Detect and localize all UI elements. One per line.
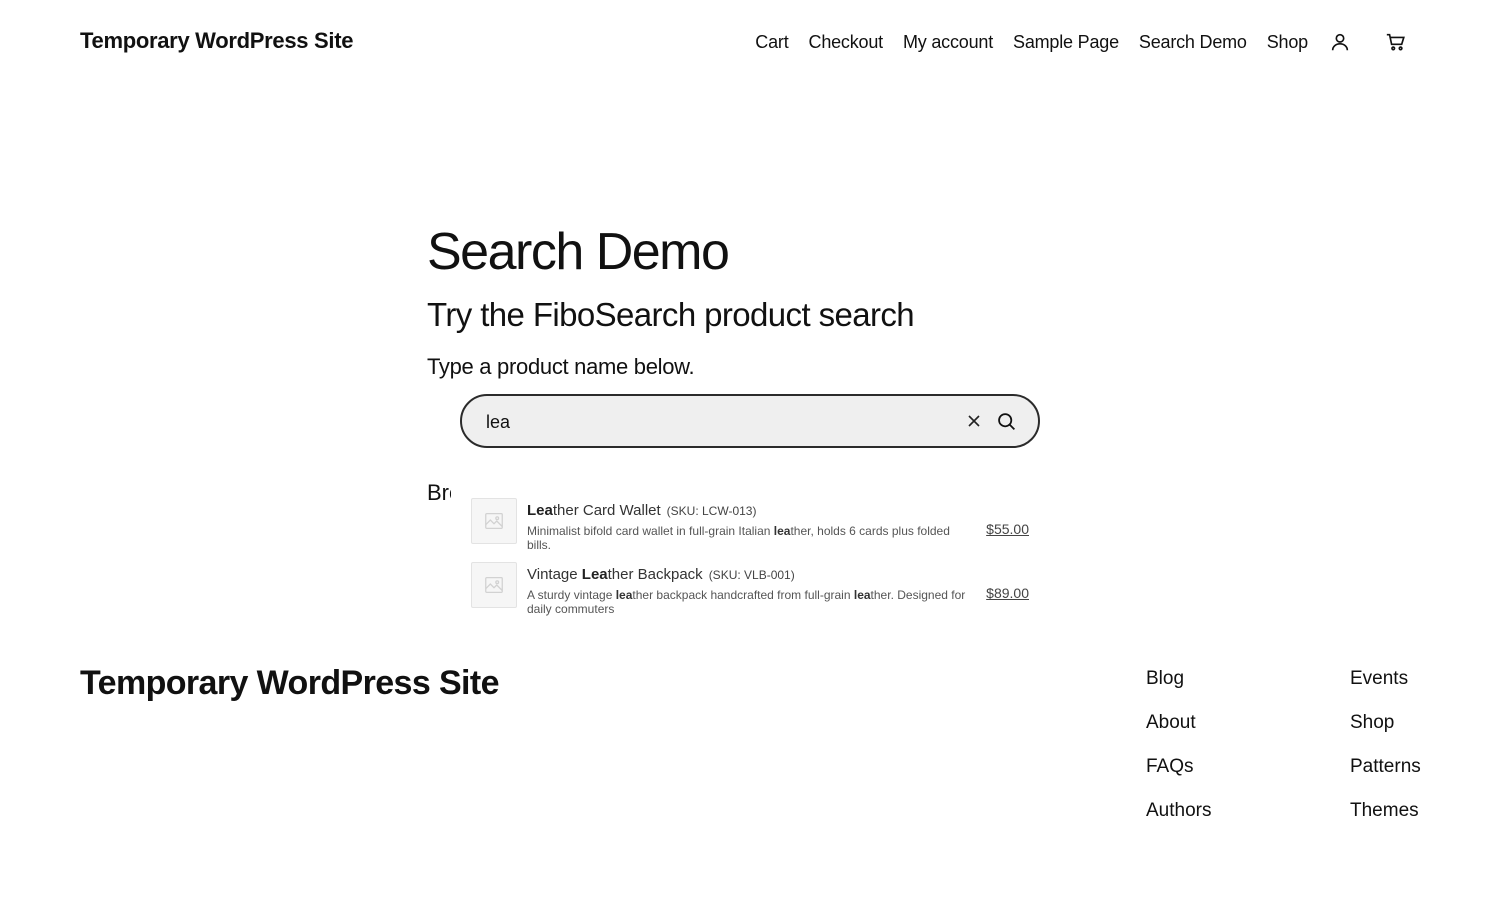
- footer-link-blog[interactable]: Blog: [1146, 668, 1211, 690]
- footer-site-title[interactable]: Temporary WordPress Site: [80, 664, 500, 703]
- footer-nav-column-2: Events Shop Patterns Themes: [1350, 668, 1421, 822]
- footer-link-authors[interactable]: Authors: [1146, 800, 1211, 822]
- suggestion-price: $55.00: [986, 521, 1029, 537]
- close-icon[interactable]: [964, 411, 984, 431]
- suggestion-price: $89.00: [986, 585, 1029, 601]
- browse-text: Browse: [427, 480, 451, 505]
- page-title: Search Demo: [427, 223, 730, 281]
- suggestion-title: Leather Card Wallet (SKU: LCW-013): [527, 502, 757, 519]
- search-icon[interactable]: [994, 409, 1018, 433]
- nav-link-cart[interactable]: Cart: [755, 32, 788, 53]
- suggestion-title: Vintage Leather Backpack (SKU: VLB-001): [527, 566, 795, 583]
- suggestion-description: A sturdy vintage leather backpack handcr…: [527, 588, 966, 616]
- main-navigation: Cart Checkout My account Sample Page Sea…: [755, 30, 1408, 54]
- suggestion-item[interactable]: Leather Card Wallet (SKU: LCW-013) Minima…: [460, 490, 1040, 554]
- nav-link-checkout[interactable]: Checkout: [809, 32, 884, 53]
- suggestion-sku: (SKU: LCW-013): [666, 504, 757, 518]
- footer-link-patterns[interactable]: Patterns: [1350, 756, 1421, 778]
- nav-link-sample-page[interactable]: Sample Page: [1013, 32, 1119, 53]
- placeholder-image-icon: [471, 562, 517, 608]
- page-subtitle: Try the FiboSearch product search: [427, 296, 915, 333]
- product-search-input[interactable]: [486, 408, 926, 436]
- nav-link-my-account[interactable]: My account: [903, 32, 993, 53]
- site-title-link[interactable]: Temporary WordPress Site: [80, 28, 354, 54]
- cart-icon[interactable]: [1384, 30, 1408, 54]
- footer-link-events[interactable]: Events: [1350, 668, 1421, 690]
- nav-link-search-demo[interactable]: Search Demo: [1139, 32, 1247, 53]
- footer-link-faqs[interactable]: FAQs: [1146, 756, 1211, 778]
- search-suggestions: Leather Card Wallet (SKU: LCW-013) Minima…: [460, 490, 1040, 618]
- product-search-form: [460, 394, 1040, 448]
- suggestion-item[interactable]: Vintage Leather Backpack (SKU: VLB-001) A…: [460, 554, 1040, 618]
- footer-link-about[interactable]: About: [1146, 712, 1211, 734]
- footer-link-themes[interactable]: Themes: [1350, 800, 1421, 822]
- footer-link-shop[interactable]: Shop: [1350, 712, 1421, 734]
- intro-text: Type a product name below.: [427, 354, 695, 379]
- placeholder-image-icon: [471, 498, 517, 544]
- account-icon[interactable]: [1328, 30, 1352, 54]
- site-header: Temporary WordPress Site Cart Checkout M…: [0, 0, 1500, 86]
- suggestion-sku: (SKU: VLB-001): [708, 568, 795, 582]
- suggestion-description: Minimalist bifold card wallet in full-gr…: [527, 524, 950, 552]
- footer-nav-column-1: Blog About FAQs Authors: [1146, 668, 1211, 822]
- nav-link-shop[interactable]: Shop: [1267, 32, 1308, 53]
